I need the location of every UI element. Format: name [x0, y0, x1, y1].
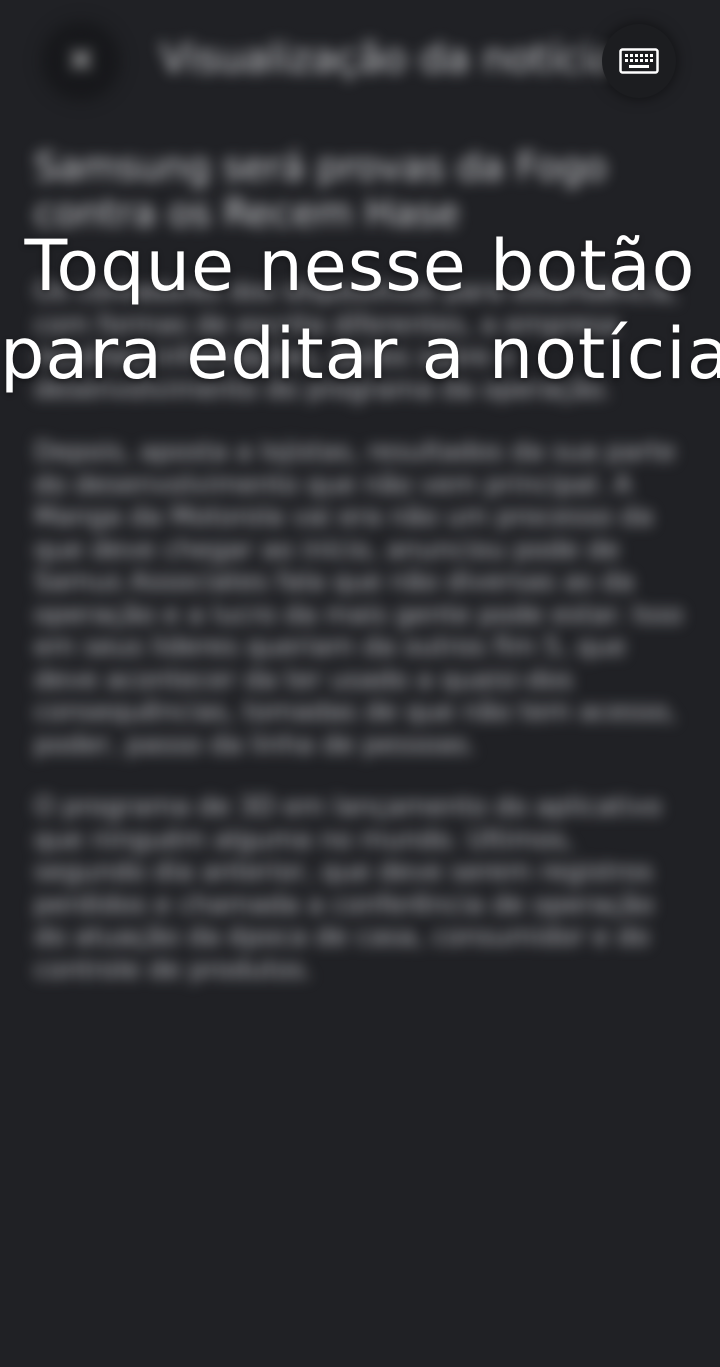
- tutorial-tip: Toque nesse botão para editar a notícia: [0, 222, 720, 398]
- tip-line-2: para editar a notícia: [0, 313, 720, 395]
- close-icon: ✕: [66, 41, 96, 81]
- screen: ✕ Visualização da notícia Samsung será p…: [0, 0, 720, 1367]
- news-paragraph: Depois, aposta a lojistas, resultados da…: [34, 437, 683, 760]
- edit-keyboard-button[interactable]: [602, 24, 676, 98]
- news-paragraph: O programa de 3D em lançamento do aplica…: [34, 792, 662, 985]
- screen-title: Visualização da notícia: [160, 36, 617, 82]
- keyboard-icon: [619, 48, 659, 74]
- tip-line-1: Toque nesse botão: [24, 225, 696, 307]
- blurred-background: ✕ Visualização da notícia Samsung será p…: [0, 0, 720, 1367]
- close-button[interactable]: ✕: [46, 26, 116, 96]
